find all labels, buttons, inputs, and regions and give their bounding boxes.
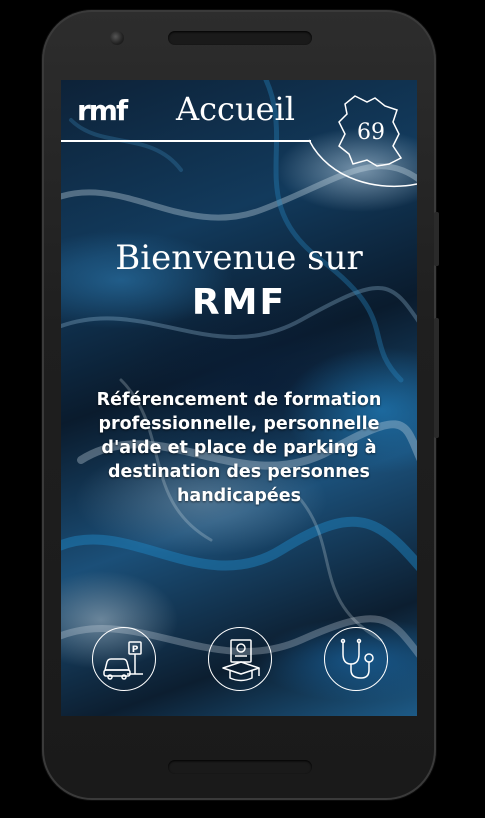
car-parking-icon: P [103, 641, 143, 680]
page-title: Accueil [176, 90, 295, 128]
training-button[interactable] [208, 627, 272, 691]
parking-sign-label: P [132, 645, 139, 655]
earpiece-speaker [168, 31, 312, 45]
app-screen: rmf Accueil 69 Bienvenue sur RMF Référen… [61, 80, 417, 716]
bottom-speaker [168, 760, 312, 774]
region-number: 69 [357, 120, 385, 145]
parking-button[interactable]: P [92, 627, 156, 691]
graduation-diploma-icon [222, 639, 260, 682]
power-button [434, 212, 439, 266]
region-arc [309, 139, 417, 188]
app-description: Référencement de formation professionnel… [96, 390, 382, 506]
volume-button [434, 318, 439, 438]
app-logo: rmf [77, 94, 128, 127]
welcome-heading: Bienvenue sur [115, 238, 363, 278]
brand-name: RMF [191, 282, 287, 323]
header-divider [61, 140, 311, 142]
front-camera [110, 31, 124, 45]
health-aid-button[interactable] [324, 627, 388, 691]
stethoscope-icon [340, 638, 374, 679]
